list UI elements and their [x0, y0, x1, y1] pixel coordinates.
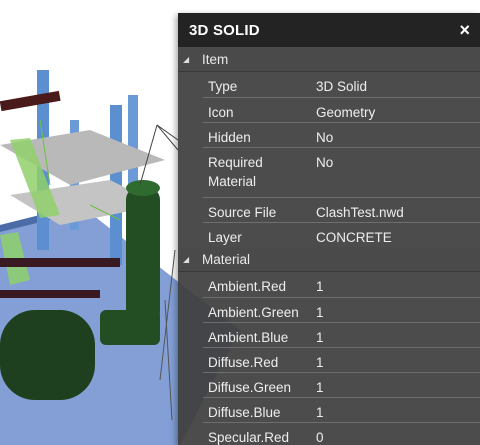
pipe: [0, 290, 100, 298]
property-row: Ambient.Blue 1: [203, 322, 480, 347]
property-name: Layer: [208, 230, 242, 245]
property-name: Source File: [208, 205, 277, 220]
property-value: ClashTest.nwd: [316, 205, 404, 220]
property-name: Ambient.Red: [208, 279, 287, 294]
collapse-triangle-icon[interactable]: ◢: [183, 55, 192, 64]
property-name: Required Material: [208, 155, 263, 189]
section-material[interactable]: ◢ Material: [178, 247, 480, 272]
property-row: Specular.Red 0: [203, 422, 480, 445]
property-value: Geometry: [316, 105, 376, 120]
property-value: 1: [316, 405, 324, 420]
property-value: No: [316, 130, 334, 145]
property-value: No: [316, 155, 334, 170]
section-item[interactable]: ◢ Item: [178, 47, 480, 72]
property-value: 1: [316, 279, 324, 294]
property-value: 1: [316, 380, 324, 395]
property-row: Type 3D Solid: [203, 72, 480, 97]
horizontal-vessel: [0, 310, 95, 400]
pipe: [0, 258, 120, 267]
section-label: Item: [202, 51, 229, 67]
property-name: Diffuse.Blue: [208, 405, 281, 420]
property-row: Hidden No: [203, 122, 480, 147]
close-icon[interactable]: ×: [459, 21, 470, 39]
property-row: Ambient.Red 1: [203, 272, 480, 297]
property-row: Diffuse.Blue 1: [203, 397, 480, 422]
property-name: Diffuse.Red: [208, 355, 279, 370]
property-name: Ambient.Blue: [208, 330, 289, 345]
property-row: Icon Geometry: [203, 97, 480, 122]
property-value: 0: [316, 430, 324, 445]
property-name: Icon: [208, 105, 234, 120]
property-name: Type: [208, 79, 238, 94]
property-row: Source File ClashTest.nwd: [203, 197, 480, 222]
property-name: Diffuse.Green: [208, 380, 292, 395]
vertical-tank: [126, 186, 160, 326]
section-label: Material: [202, 251, 251, 267]
properties-panel: 3D SOLID × ◢ Item Type 3D Solid Icon Geo…: [178, 13, 480, 445]
property-value: CONCRETE: [316, 230, 392, 245]
properties-tree: ◢ Item Type 3D Solid Icon Geometry Hidde…: [178, 47, 480, 445]
property-row: Diffuse.Red 1: [203, 347, 480, 372]
property-row: Required Material No: [203, 147, 480, 197]
property-name: Ambient.Green: [208, 305, 299, 320]
property-row: Ambient.Green 1: [203, 297, 480, 322]
property-row: Diffuse.Green 1: [203, 372, 480, 397]
property-value: 1: [316, 305, 324, 320]
collapse-triangle-icon[interactable]: ◢: [183, 255, 192, 264]
panel-header: 3D SOLID ×: [178, 13, 480, 47]
panel-title: 3D SOLID: [189, 21, 260, 39]
property-value: 1: [316, 355, 324, 370]
property-row: Layer CONCRETE: [203, 222, 480, 247]
property-name: Hidden: [208, 130, 251, 145]
property-value: 3D Solid: [316, 79, 368, 94]
property-name: Specular.Red: [208, 430, 290, 445]
property-value: 1: [316, 330, 324, 345]
